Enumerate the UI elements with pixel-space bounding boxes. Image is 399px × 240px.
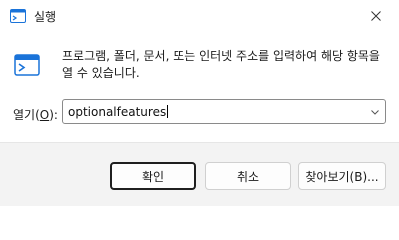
run-app-icon (10, 9, 26, 23)
open-input-value[interactable]: optionalfeatures (68, 105, 169, 119)
run-icon (14, 54, 40, 76)
run-dialog: 실행 프로그램, 폴더, 문서, 또는 인터넷 주소를 입력하여 해당 항목을 … (0, 0, 399, 206)
browse-button[interactable]: 찾아보기(B)... (298, 162, 386, 190)
run-description: 프로그램, 폴더, 문서, 또는 인터넷 주소를 입력하여 해당 항목을 열 수… (62, 49, 380, 80)
text-cursor (167, 105, 169, 118)
close-button[interactable] (353, 0, 399, 32)
open-label-accel: O (39, 108, 50, 122)
open-input-text: optionalfeatures (68, 105, 167, 119)
open-label-suffix: ): (49, 108, 58, 122)
open-combobox[interactable]: optionalfeatures (62, 99, 386, 124)
open-label-prefix: 열기( (13, 108, 40, 122)
ok-button[interactable]: 확인 (110, 162, 196, 190)
close-icon (371, 11, 381, 21)
open-label: 열기(O): (13, 106, 58, 123)
chevron-down-icon[interactable] (370, 107, 380, 117)
cancel-button[interactable]: 취소 (205, 162, 291, 190)
title-bar[interactable]: 실행 (0, 0, 399, 32)
window-title: 실행 (34, 10, 57, 24)
